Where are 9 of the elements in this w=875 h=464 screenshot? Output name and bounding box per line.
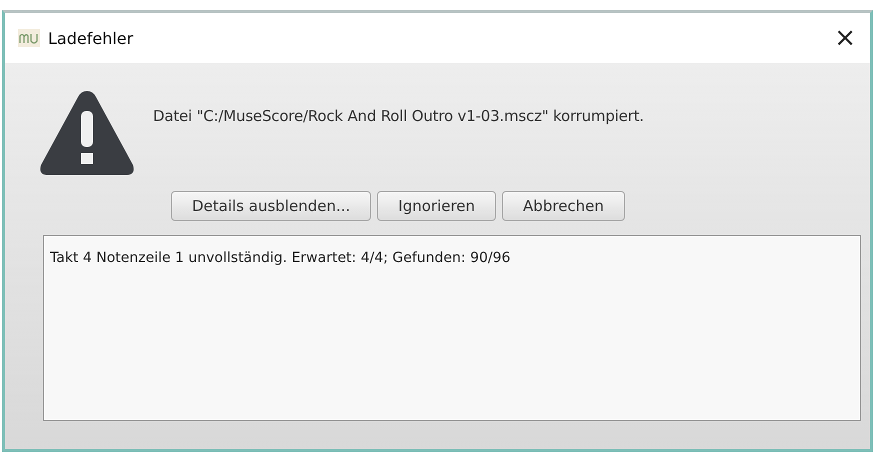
details-text-area[interactable]: Takt 4 Notenzeile 1 unvollständig. Erwartet: 4/4; Gefunden: 90/96 [43,235,861,421]
close-button[interactable]: × [828,23,862,53]
dialog-button[interactable]: Details ausblenden... [171,191,372,221]
dialog-button[interactable]: Ignorieren [377,191,496,221]
dialog-button[interactable]: Abbrechen [502,191,625,221]
app-icon [18,29,40,47]
details-text: Takt 4 Notenzeile 1 unvollständig. Erwartet: 4/4; Gefunden: 90/96 [50,250,510,266]
error-message: Datei "C:/MuseScore/Rock And Roll Outro v1-03.mscz" korrumpiert. [153,107,644,125]
window-title: Ladefehler [48,28,134,48]
